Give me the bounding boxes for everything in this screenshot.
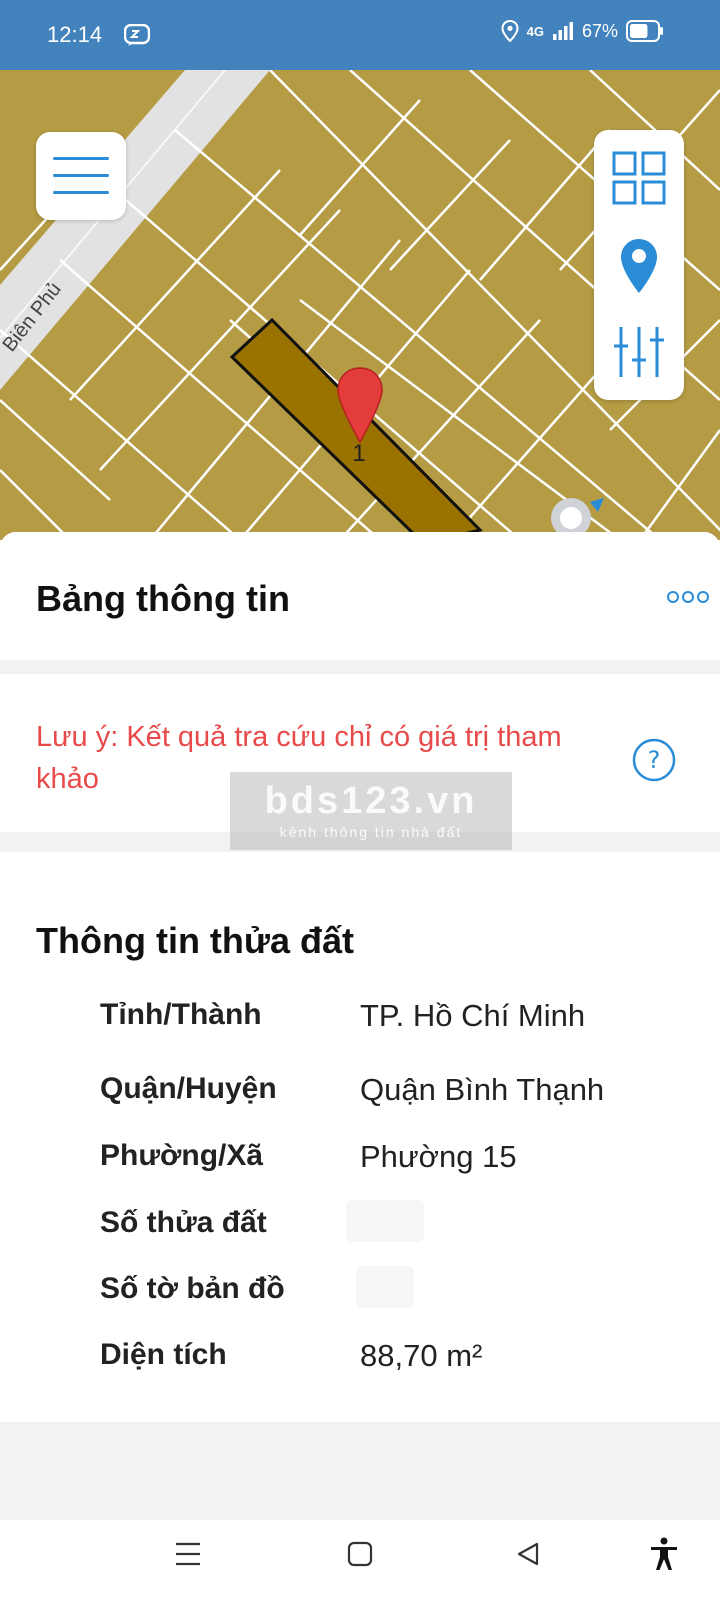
sliders-icon <box>614 327 664 377</box>
battery-percent: 67% <box>581 20 618 41</box>
zalo-icon <box>124 24 150 46</box>
system-nav-bar <box>0 1520 720 1600</box>
layers-button[interactable] <box>594 138 684 218</box>
status-time: 12:14 <box>47 22 103 47</box>
info-row-province: Tỉnh/Thành TP. Hồ Chí Minh <box>100 998 700 1048</box>
info-row-ward: Phường/Xã Phường 15 <box>100 1139 700 1189</box>
sheet-header: Bảng thông tin <box>0 532 720 660</box>
info-label: Số thửa đất <box>100 1206 267 1239</box>
nav-accessibility-button[interactable] <box>644 1534 684 1574</box>
redacted-value <box>346 1200 424 1242</box>
signal-icon <box>552 22 573 40</box>
watermark-main: bds123.vn <box>264 780 478 822</box>
triangle-back-icon <box>517 1542 539 1566</box>
redacted-value <box>356 1266 414 1308</box>
parcel-info-section: Thông tin thửa đất Tỉnh/Thành TP. Hồ Chí… <box>0 852 720 1422</box>
info-label: Tỉnh/Thành <box>100 998 262 1031</box>
square-home-icon <box>347 1541 373 1567</box>
panel-title: Bảng thông tin <box>36 578 290 619</box>
info-label: Phường/Xã <box>100 1139 264 1172</box>
watermark: bds123.vn kênh thông tin nhà đất <box>230 772 512 850</box>
help-circle-icon[interactable]: ? <box>632 738 676 782</box>
info-label: Số tờ bản đồ <box>100 1272 285 1305</box>
nav-back-button[interactable] <box>508 1534 548 1574</box>
info-value: TP. Hồ Chí Minh <box>360 998 586 1033</box>
hamburger-menu-icon <box>53 157 109 160</box>
info-bottom-sheet: Bảng thông tin Lưu ý: Kết quả tra cứu ch… <box>0 532 720 1600</box>
status-icons: 4G 67% <box>501 20 664 42</box>
info-row-area: Diện tích 88,70 m² <box>100 1338 700 1388</box>
info-label: Diện tích <box>100 1338 227 1371</box>
pin-number: 1 <box>352 440 366 467</box>
accessibility-icon <box>651 1537 677 1570</box>
info-row-map-sheet: Số tờ bản đồ <box>100 1266 700 1322</box>
watermark-sub: kênh thông tin nhà đất <box>279 824 463 840</box>
filter-button[interactable] <box>594 312 684 392</box>
battery-icon <box>626 20 663 42</box>
menu-lines-icon <box>176 1542 200 1566</box>
grid-layers-icon <box>612 151 666 205</box>
info-value: 88,70 m² <box>360 1338 483 1373</box>
parcel-info-title: Thông tin thửa đất <box>36 920 355 961</box>
location-status-icon <box>501 20 519 42</box>
map-tool-panel <box>594 130 684 400</box>
info-row-district: Quận/Huyện Quận Bình Thạnh <box>100 1072 700 1122</box>
info-value: Phường 15 <box>360 1139 517 1174</box>
nav-home-button[interactable] <box>340 1534 380 1574</box>
nav-menu-button[interactable] <box>168 1534 208 1574</box>
info-label: Quận/Huyện <box>100 1072 277 1105</box>
svg-text:?: ? <box>648 746 661 774</box>
info-row-parcel-number: Số thửa đất <box>100 1200 700 1256</box>
location-button[interactable] <box>594 226 684 306</box>
status-bar: 12:14 4G 67% <box>0 0 720 70</box>
info-value: Quận Bình Thạnh <box>360 1072 605 1107</box>
network-label: 4G <box>526 23 544 39</box>
menu-button[interactable] <box>36 132 126 220</box>
map-pin-icon <box>621 239 657 293</box>
more-dots-icon[interactable] <box>666 588 710 606</box>
